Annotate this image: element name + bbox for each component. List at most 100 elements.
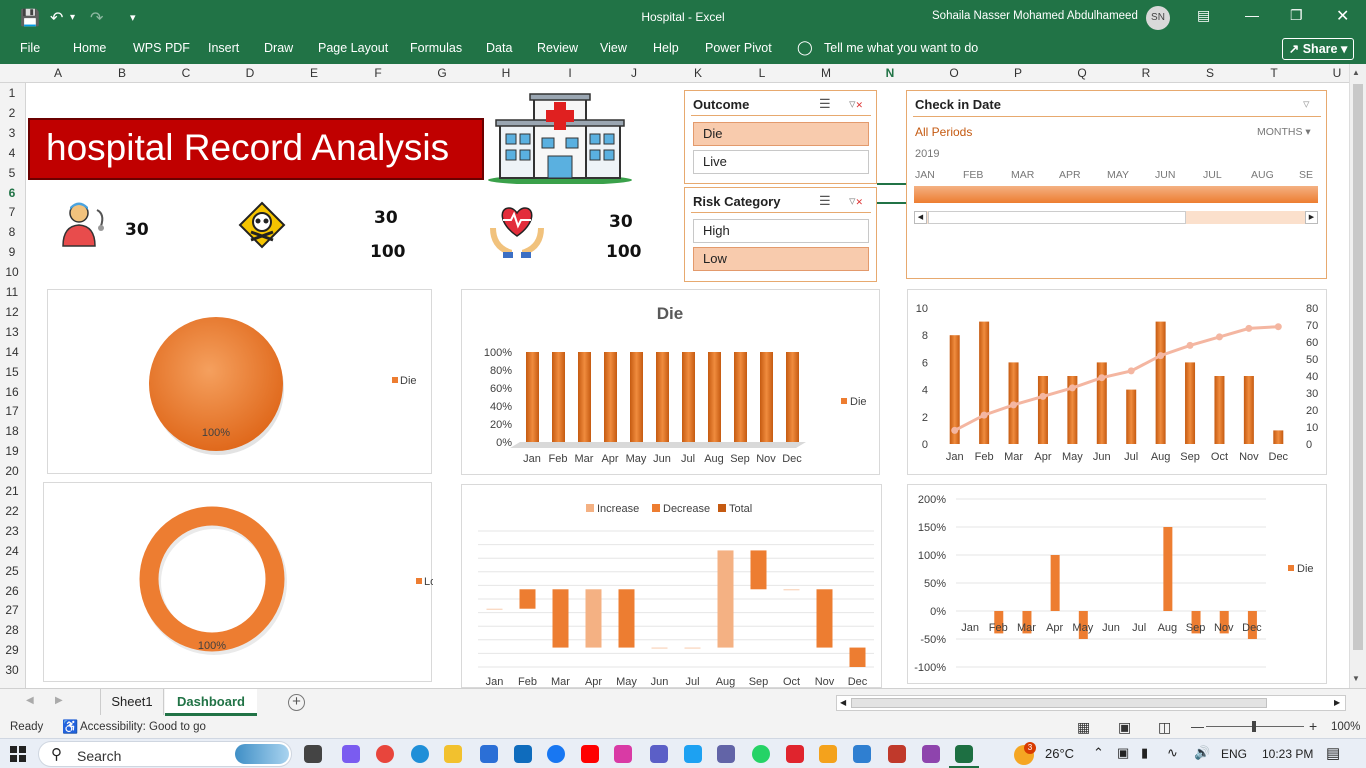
- undo-dropdown-icon[interactable]: ▾: [70, 12, 75, 23]
- column-header[interactable]: K: [688, 66, 708, 80]
- battery-icon[interactable]: ▮: [1141, 745, 1148, 761]
- row-header[interactable]: 7: [0, 205, 24, 219]
- row-header[interactable]: 26: [0, 584, 24, 598]
- timeline-scroll-thumb[interactable]: [928, 211, 1186, 224]
- column-header[interactable]: O: [944, 66, 964, 80]
- row-header[interactable]: 24: [0, 544, 24, 558]
- photos-icon[interactable]: [853, 745, 871, 763]
- prev-sheet-icon[interactable]: ◀: [26, 695, 34, 706]
- winrar-icon[interactable]: [922, 745, 940, 763]
- timeline-month-label[interactable]: AUG: [1251, 169, 1274, 181]
- ribbon-display-icon[interactable]: ▤: [1197, 7, 1210, 24]
- column-header[interactable]: F: [368, 66, 388, 80]
- row-header[interactable]: 20: [0, 464, 24, 478]
- save-icon[interactable]: 💾: [20, 8, 40, 28]
- row-header[interactable]: 29: [0, 643, 24, 657]
- column-header[interactable]: T: [1264, 66, 1284, 80]
- undo-icon[interactable]: ↶: [50, 8, 63, 28]
- slicer-item-low[interactable]: Low: [693, 247, 869, 271]
- language-indicator[interactable]: ENG: [1221, 747, 1247, 761]
- excel-icon[interactable]: [955, 745, 973, 763]
- clock[interactable]: 10:23 PM: [1262, 747, 1313, 761]
- avatar[interactable]: SN: [1146, 6, 1170, 30]
- timeline-month-label[interactable]: JUL: [1203, 169, 1222, 181]
- store-icon[interactable]: [480, 745, 498, 763]
- edge-icon[interactable]: [411, 745, 429, 763]
- task-view-icon[interactable]: [304, 745, 322, 763]
- horizontal-scroll-thumb[interactable]: [851, 698, 1267, 708]
- teams-icon[interactable]: [650, 745, 668, 763]
- column-header[interactable]: R: [1136, 66, 1156, 80]
- risk-doughnut-chart[interactable]: 100% Low: [43, 482, 433, 682]
- multi-select-icon[interactable]: ☰: [819, 96, 831, 112]
- normal-view-icon[interactable]: ▦: [1077, 719, 1090, 736]
- row-header[interactable]: 14: [0, 345, 24, 359]
- outcome-slicer[interactable]: Outcome ☰ ▿✕ Die Live: [684, 90, 877, 184]
- tray-expand-icon[interactable]: ⌃: [1093, 745, 1104, 761]
- maximize-icon[interactable]: ❐: [1290, 7, 1303, 24]
- tab-draw[interactable]: Draw: [264, 41, 293, 55]
- timeline-month-label[interactable]: JAN: [915, 169, 935, 181]
- accessibility-status[interactable]: Accessibility: Good to go: [80, 721, 206, 733]
- whatsapp-icon[interactable]: [752, 745, 770, 763]
- monthly-die-bar-chart[interactable]: Die 0% 20% 40% 60% 80% 100% Jan Feb Mar Apr May Jun J…: [461, 289, 880, 475]
- tab-view[interactable]: View: [600, 41, 627, 55]
- windows-start-icon[interactable]: [10, 746, 26, 762]
- scroll-up-icon[interactable]: ▲: [1352, 68, 1360, 77]
- column-header[interactable]: G: [432, 66, 452, 80]
- timeline-month-label[interactable]: MAR: [1011, 169, 1034, 181]
- copilot-icon[interactable]: [342, 745, 360, 763]
- close-icon[interactable]: ✕: [1336, 6, 1349, 26]
- add-sheet-icon[interactable]: +: [288, 694, 305, 711]
- column-header[interactable]: H: [496, 66, 516, 80]
- page-layout-view-icon[interactable]: ▣: [1118, 719, 1131, 736]
- tab-page-layout[interactable]: Page Layout: [318, 41, 388, 55]
- row-header[interactable]: 1: [0, 86, 24, 100]
- timeline-month-label[interactable]: FEB: [963, 169, 983, 181]
- weather-temp[interactable]: 26°C: [1045, 746, 1074, 761]
- column-header[interactable]: M: [816, 66, 836, 80]
- tab-power-pivot[interactable]: Power Pivot: [705, 41, 772, 55]
- row-header[interactable]: 6: [0, 186, 24, 200]
- facebook-icon[interactable]: [547, 745, 565, 763]
- clear-filter-icon[interactable]: ▿✕: [849, 96, 863, 112]
- sheet-tab-dashboard[interactable]: Dashboard: [165, 689, 257, 716]
- clear-filter-icon[interactable]: ▿: [1303, 96, 1310, 112]
- scroll-left-icon[interactable]: ◀: [914, 211, 927, 224]
- user-name[interactable]: Sohaila Nasser Mohamed Abdulhameed: [932, 10, 1138, 22]
- outlook-icon[interactable]: [514, 745, 532, 763]
- row-header[interactable]: 12: [0, 305, 24, 319]
- timeline-bar[interactable]: [914, 186, 1318, 203]
- row-header[interactable]: 16: [0, 385, 24, 399]
- slicer-item-die[interactable]: Die: [693, 122, 869, 146]
- worksheet-grid[interactable]: hospital Record Analysis 30 30 100 30 10…: [27, 84, 1349, 688]
- scroll-right-icon[interactable]: ▶: [1334, 698, 1340, 707]
- row-header[interactable]: 13: [0, 325, 24, 339]
- row-header[interactable]: 21: [0, 484, 24, 498]
- monthly-count-combo-chart[interactable]: 0 2 4 6 8 10 0 10 20 30 40 50 60 70 80 Jan Feb Mar Apr May J…: [907, 289, 1327, 475]
- scroll-down-icon[interactable]: ▼: [1352, 674, 1360, 683]
- column-header[interactable]: D: [240, 66, 260, 80]
- row-header[interactable]: 17: [0, 404, 24, 418]
- app-icon[interactable]: [684, 745, 702, 763]
- tray-app-icon[interactable]: ▣: [1117, 745, 1129, 761]
- column-header[interactable]: J: [624, 66, 644, 80]
- row-header[interactable]: 4: [0, 146, 24, 160]
- row-header[interactable]: 19: [0, 444, 24, 458]
- tab-insert[interactable]: Insert: [208, 41, 239, 55]
- column-header[interactable]: S: [1200, 66, 1220, 80]
- column-header-selected[interactable]: N: [880, 66, 900, 80]
- risk-category-slicer[interactable]: Risk Category ☰ ▿✕ High Low: [684, 187, 877, 282]
- zoom-in-icon[interactable]: +: [1309, 718, 1317, 734]
- column-header[interactable]: E: [304, 66, 324, 80]
- multi-select-icon[interactable]: ☰: [819, 193, 831, 209]
- zoom-level[interactable]: 100%: [1331, 721, 1360, 733]
- timeline-month-label[interactable]: SE: [1299, 169, 1313, 181]
- wps-icon[interactable]: [786, 745, 804, 763]
- app-icon[interactable]: [819, 745, 837, 763]
- tab-file[interactable]: File: [20, 41, 40, 55]
- scroll-left-icon[interactable]: ◀: [840, 698, 846, 707]
- app-icon[interactable]: [888, 745, 906, 763]
- tab-wps-pdf[interactable]: WPS PDF: [133, 41, 190, 55]
- row-header[interactable]: 3: [0, 126, 24, 140]
